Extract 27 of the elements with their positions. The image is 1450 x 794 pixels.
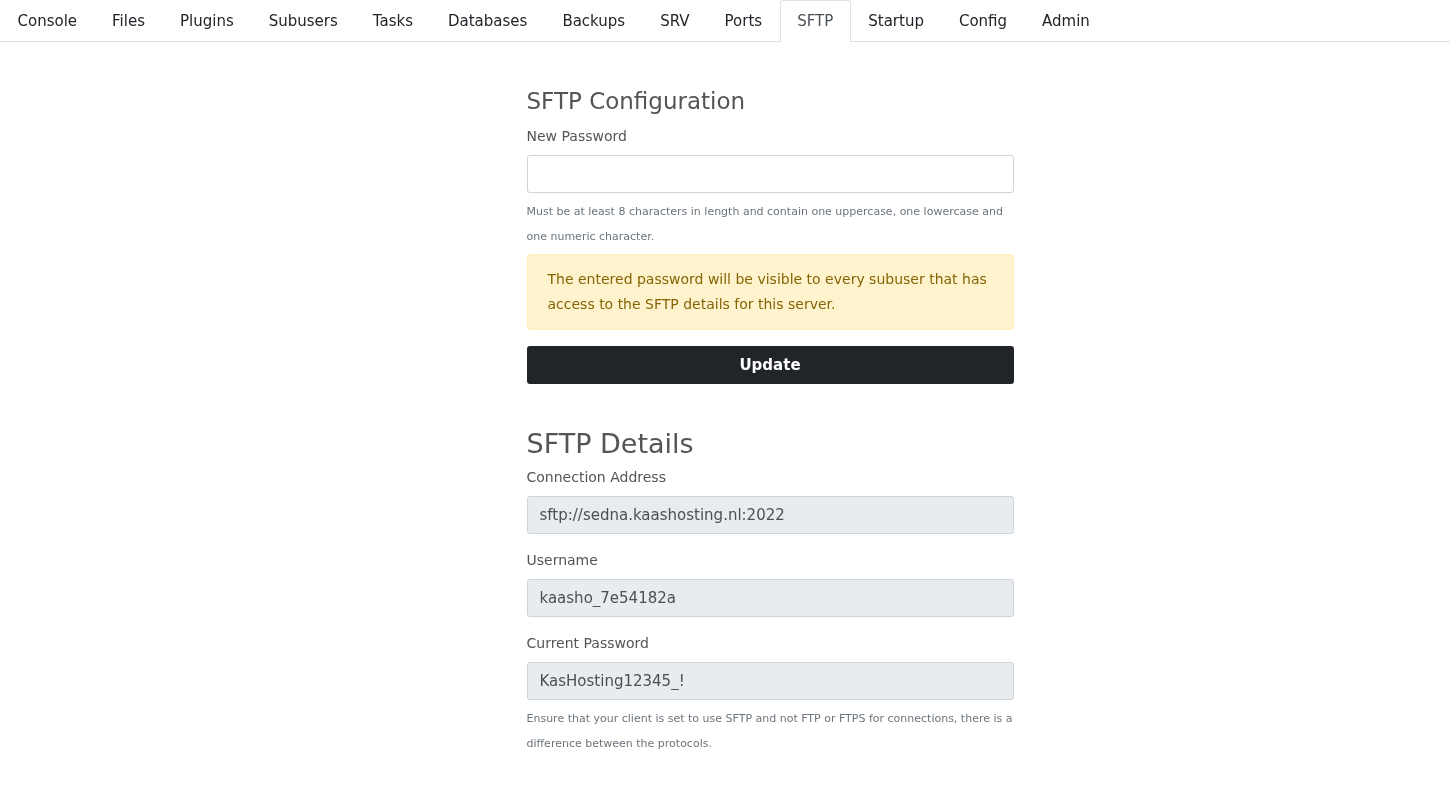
nav-tab[interactable]: Subusers [251, 0, 356, 42]
nav-tab[interactable]: SRV [642, 0, 708, 42]
nav-tab[interactable]: Ports [707, 0, 780, 42]
nav-tab[interactable]: Backups [544, 0, 643, 42]
readonly-field[interactable]: sftp://sedna.kaashosting.nl:2022 [526, 496, 1014, 534]
nav-tab[interactable]: Admin [1024, 0, 1108, 42]
nav-tab[interactable]: Console [0, 0, 95, 42]
nav-tab[interactable]: Startup [850, 0, 942, 42]
password-field[interactable] [526, 155, 1014, 193]
field-label: New Password [526, 128, 628, 144]
warning-alert: The entered password will be visible to every subuser that has access to the SFTP details for this server. [526, 254, 1014, 330]
readonly-field[interactable]: kaasho_7e54182a [526, 579, 1014, 617]
nav-tab[interactable]: Files [94, 0, 163, 42]
section-title: SFTP Configuration [526, 88, 747, 114]
nav-tab[interactable]: Tasks [355, 0, 431, 42]
help-text: Ensure that your client is set to use SFTP and not FTP or FTPS for connections, there is a difference between the protocols. [526, 711, 1014, 752]
nav-tab[interactable]: Databases [430, 0, 545, 42]
help-text: Must be at least 8 characters in length and contain one uppercase, one lowercase and one numeric character. [526, 204, 1004, 245]
nav-tab[interactable]: Config [941, 0, 1025, 42]
update-button[interactable]: Update [526, 346, 1014, 384]
field-label: Username [526, 552, 599, 568]
readonly-field[interactable]: KasHosting12345_! [526, 662, 1014, 700]
nav-tab[interactable]: Plugins [162, 0, 252, 42]
nav-tab[interactable]: SFTP [779, 0, 851, 42]
field-label: Current Password [526, 635, 650, 651]
section-title: SFTP Details [526, 428, 695, 459]
field-label: Connection Address [526, 469, 667, 485]
